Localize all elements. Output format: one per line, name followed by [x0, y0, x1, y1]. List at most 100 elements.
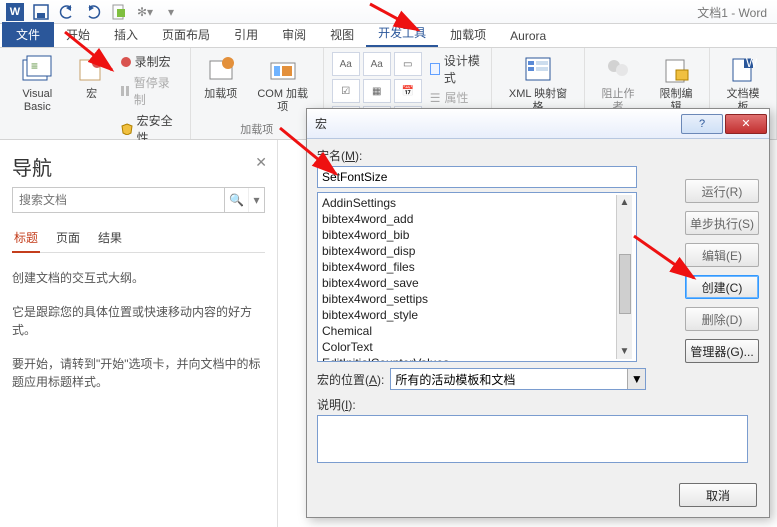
- control-checkbox-icon[interactable]: ☑: [332, 79, 360, 103]
- restrict-edit-button[interactable]: 限制编辑: [651, 52, 701, 116]
- macros-label: 宏: [86, 88, 97, 101]
- tab-view[interactable]: 视图: [318, 22, 366, 47]
- nav-tab-headings[interactable]: 标题: [12, 223, 40, 252]
- tab-layout[interactable]: 页面布局: [150, 22, 222, 47]
- group-addins: 加载项 COM 加载项 加载项: [191, 48, 324, 139]
- new-file-icon[interactable]: [108, 2, 130, 22]
- record-macro-button[interactable]: 录制宏: [117, 52, 182, 71]
- dialog-help-button[interactable]: ?: [681, 114, 723, 134]
- macro-desc-label: 说明(I):: [317, 396, 759, 413]
- tab-aurora[interactable]: Aurora: [498, 25, 558, 47]
- scroll-up-icon[interactable]: ▲: [620, 195, 630, 210]
- nav-tab-results[interactable]: 结果: [96, 223, 124, 252]
- control-combo-icon[interactable]: ▦: [363, 79, 391, 103]
- macro-list-item[interactable]: bibtex4word_save: [322, 275, 616, 291]
- tab-file[interactable]: 文件: [2, 22, 54, 47]
- macro-list-item[interactable]: ColorText: [322, 339, 616, 355]
- macros-button[interactable]: 宏: [75, 52, 109, 103]
- control-plaintext-icon[interactable]: Aa: [363, 52, 391, 76]
- save-icon[interactable]: [30, 2, 52, 22]
- scroll-thumb[interactable]: [619, 254, 631, 314]
- record-macro-label: 录制宏: [135, 53, 171, 70]
- block-authors-button[interactable]: 阻止作者: [593, 52, 643, 116]
- block-authors-icon: [602, 54, 634, 86]
- dialog-close-button[interactable]: ✕: [725, 114, 767, 134]
- nav-search: 🔍 ▾: [12, 187, 265, 213]
- macro-name-input[interactable]: [317, 166, 637, 188]
- nav-search-input[interactable]: [13, 188, 224, 212]
- customize-qat-icon[interactable]: ▾: [160, 2, 182, 22]
- macro-list-item[interactable]: bibtex4word_style: [322, 307, 616, 323]
- pause-recording-button[interactable]: 暂停录制: [117, 73, 182, 109]
- properties-icon: ☰: [430, 91, 441, 105]
- navigation-pane: 导航 ✕ 🔍 ▾ 标题 页面 结果 创建文档的交互式大纲。 它是跟踪您的具体位置…: [0, 140, 278, 527]
- nav-tab-pages[interactable]: 页面: [54, 223, 82, 252]
- pause-icon: [121, 86, 130, 96]
- control-picture-icon[interactable]: ▭: [394, 52, 422, 76]
- nav-close-button[interactable]: ✕: [255, 154, 267, 171]
- step-button[interactable]: 单步执行(S): [685, 211, 759, 235]
- create-button[interactable]: 创建(C): [685, 275, 759, 299]
- document-title: 文档1 - Word: [697, 4, 767, 21]
- visual-basic-button[interactable]: ≡ Visual Basic: [8, 52, 67, 116]
- macro-name-label: 宏名(M):: [317, 147, 759, 164]
- tab-references[interactable]: 引用: [222, 22, 270, 47]
- visual-basic-label: Visual Basic: [12, 88, 63, 114]
- nav-text-3: 要开始，请转到"开始"选项卡，并向文档中的标题应用标题样式。: [12, 355, 265, 391]
- snowflake-icon[interactable]: ✻▾: [134, 2, 156, 22]
- macro-list[interactable]: AddinSettings bibtex4word_add bibtex4wor…: [317, 192, 637, 362]
- redo-icon[interactable]: [82, 2, 104, 22]
- chevron-down-icon[interactable]: ▼: [627, 369, 645, 389]
- search-icon[interactable]: 🔍: [224, 188, 248, 212]
- design-mode-icon: [430, 63, 440, 75]
- tab-addins[interactable]: 加载项: [438, 22, 498, 47]
- macro-list-item[interactable]: EditInitialCounterValues: [322, 355, 616, 362]
- xml-map-icon: [522, 54, 554, 86]
- macro-list-item[interactable]: Chemical: [322, 323, 616, 339]
- com-addins-button[interactable]: COM 加载项: [251, 52, 315, 116]
- control-date-icon[interactable]: 📅: [394, 79, 422, 103]
- run-button[interactable]: 运行(R): [685, 179, 759, 203]
- delete-button[interactable]: 删除(D): [685, 307, 759, 331]
- svg-text:W: W: [746, 56, 757, 70]
- tab-review[interactable]: 审阅: [270, 22, 318, 47]
- organizer-button[interactable]: 管理器(G)...: [685, 339, 759, 363]
- word-icon: W: [4, 2, 26, 22]
- nav-text-2: 它是跟踪您的具体位置或快速移动内容的好方式。: [12, 303, 265, 339]
- control-richtext-icon[interactable]: Aa: [332, 52, 360, 76]
- macro-dialog: 宏 ? ✕ 宏名(M): AddinSettings bibtex4word_a…: [306, 108, 770, 518]
- macro-list-item[interactable]: bibtex4word_bib: [322, 227, 616, 243]
- xml-map-button[interactable]: XML 映射窗格: [500, 52, 576, 116]
- dialog-titlebar[interactable]: 宏 ? ✕: [307, 109, 769, 139]
- search-dropdown-icon[interactable]: ▾: [248, 188, 264, 212]
- macro-list-item[interactable]: bibtex4word_settips: [322, 291, 616, 307]
- cancel-button[interactable]: 取消: [679, 483, 757, 507]
- properties-button[interactable]: ☰属性: [430, 89, 483, 106]
- macro-location-combo[interactable]: ▼: [390, 368, 646, 390]
- ribbon-tabs: 文件 开始 插入 页面布局 引用 审阅 视图 开发工具 加载项 Aurora: [0, 24, 777, 48]
- restrict-edit-icon: [660, 54, 692, 86]
- listbox-scrollbar[interactable]: ▲ ▼: [616, 195, 632, 359]
- scroll-down-icon[interactable]: ▼: [620, 344, 630, 359]
- com-addins-label: COM 加载项: [255, 88, 311, 114]
- svg-text:≡: ≡: [31, 59, 38, 73]
- macro-location-value[interactable]: [391, 369, 627, 389]
- tab-insert[interactable]: 插入: [102, 22, 150, 47]
- doc-template-button[interactable]: W 文档模板: [718, 52, 768, 116]
- addins-button[interactable]: 加载项: [199, 52, 243, 103]
- addins-icon: [205, 54, 237, 86]
- undo-icon[interactable]: [56, 2, 78, 22]
- macro-desc-box[interactable]: [317, 415, 748, 463]
- edit-button[interactable]: 编辑(E): [685, 243, 759, 267]
- macro-list-item[interactable]: bibtex4word_add: [322, 211, 616, 227]
- tab-developer[interactable]: 开发工具: [366, 20, 438, 47]
- macro-list-item[interactable]: AddinSettings: [322, 195, 616, 211]
- design-mode-button[interactable]: 设计模式: [430, 52, 483, 86]
- tab-home[interactable]: 开始: [54, 22, 102, 47]
- com-addins-icon: [267, 54, 299, 86]
- macro-list-item[interactable]: bibtex4word_files: [322, 259, 616, 275]
- nav-body: 创建文档的交互式大纲。 它是跟踪您的具体位置或快速移动内容的好方式。 要开始，请…: [12, 269, 265, 391]
- dialog-title: 宏: [315, 115, 679, 132]
- doc-template-icon: W: [727, 54, 759, 86]
- macro-list-item[interactable]: bibtex4word_disp: [322, 243, 616, 259]
